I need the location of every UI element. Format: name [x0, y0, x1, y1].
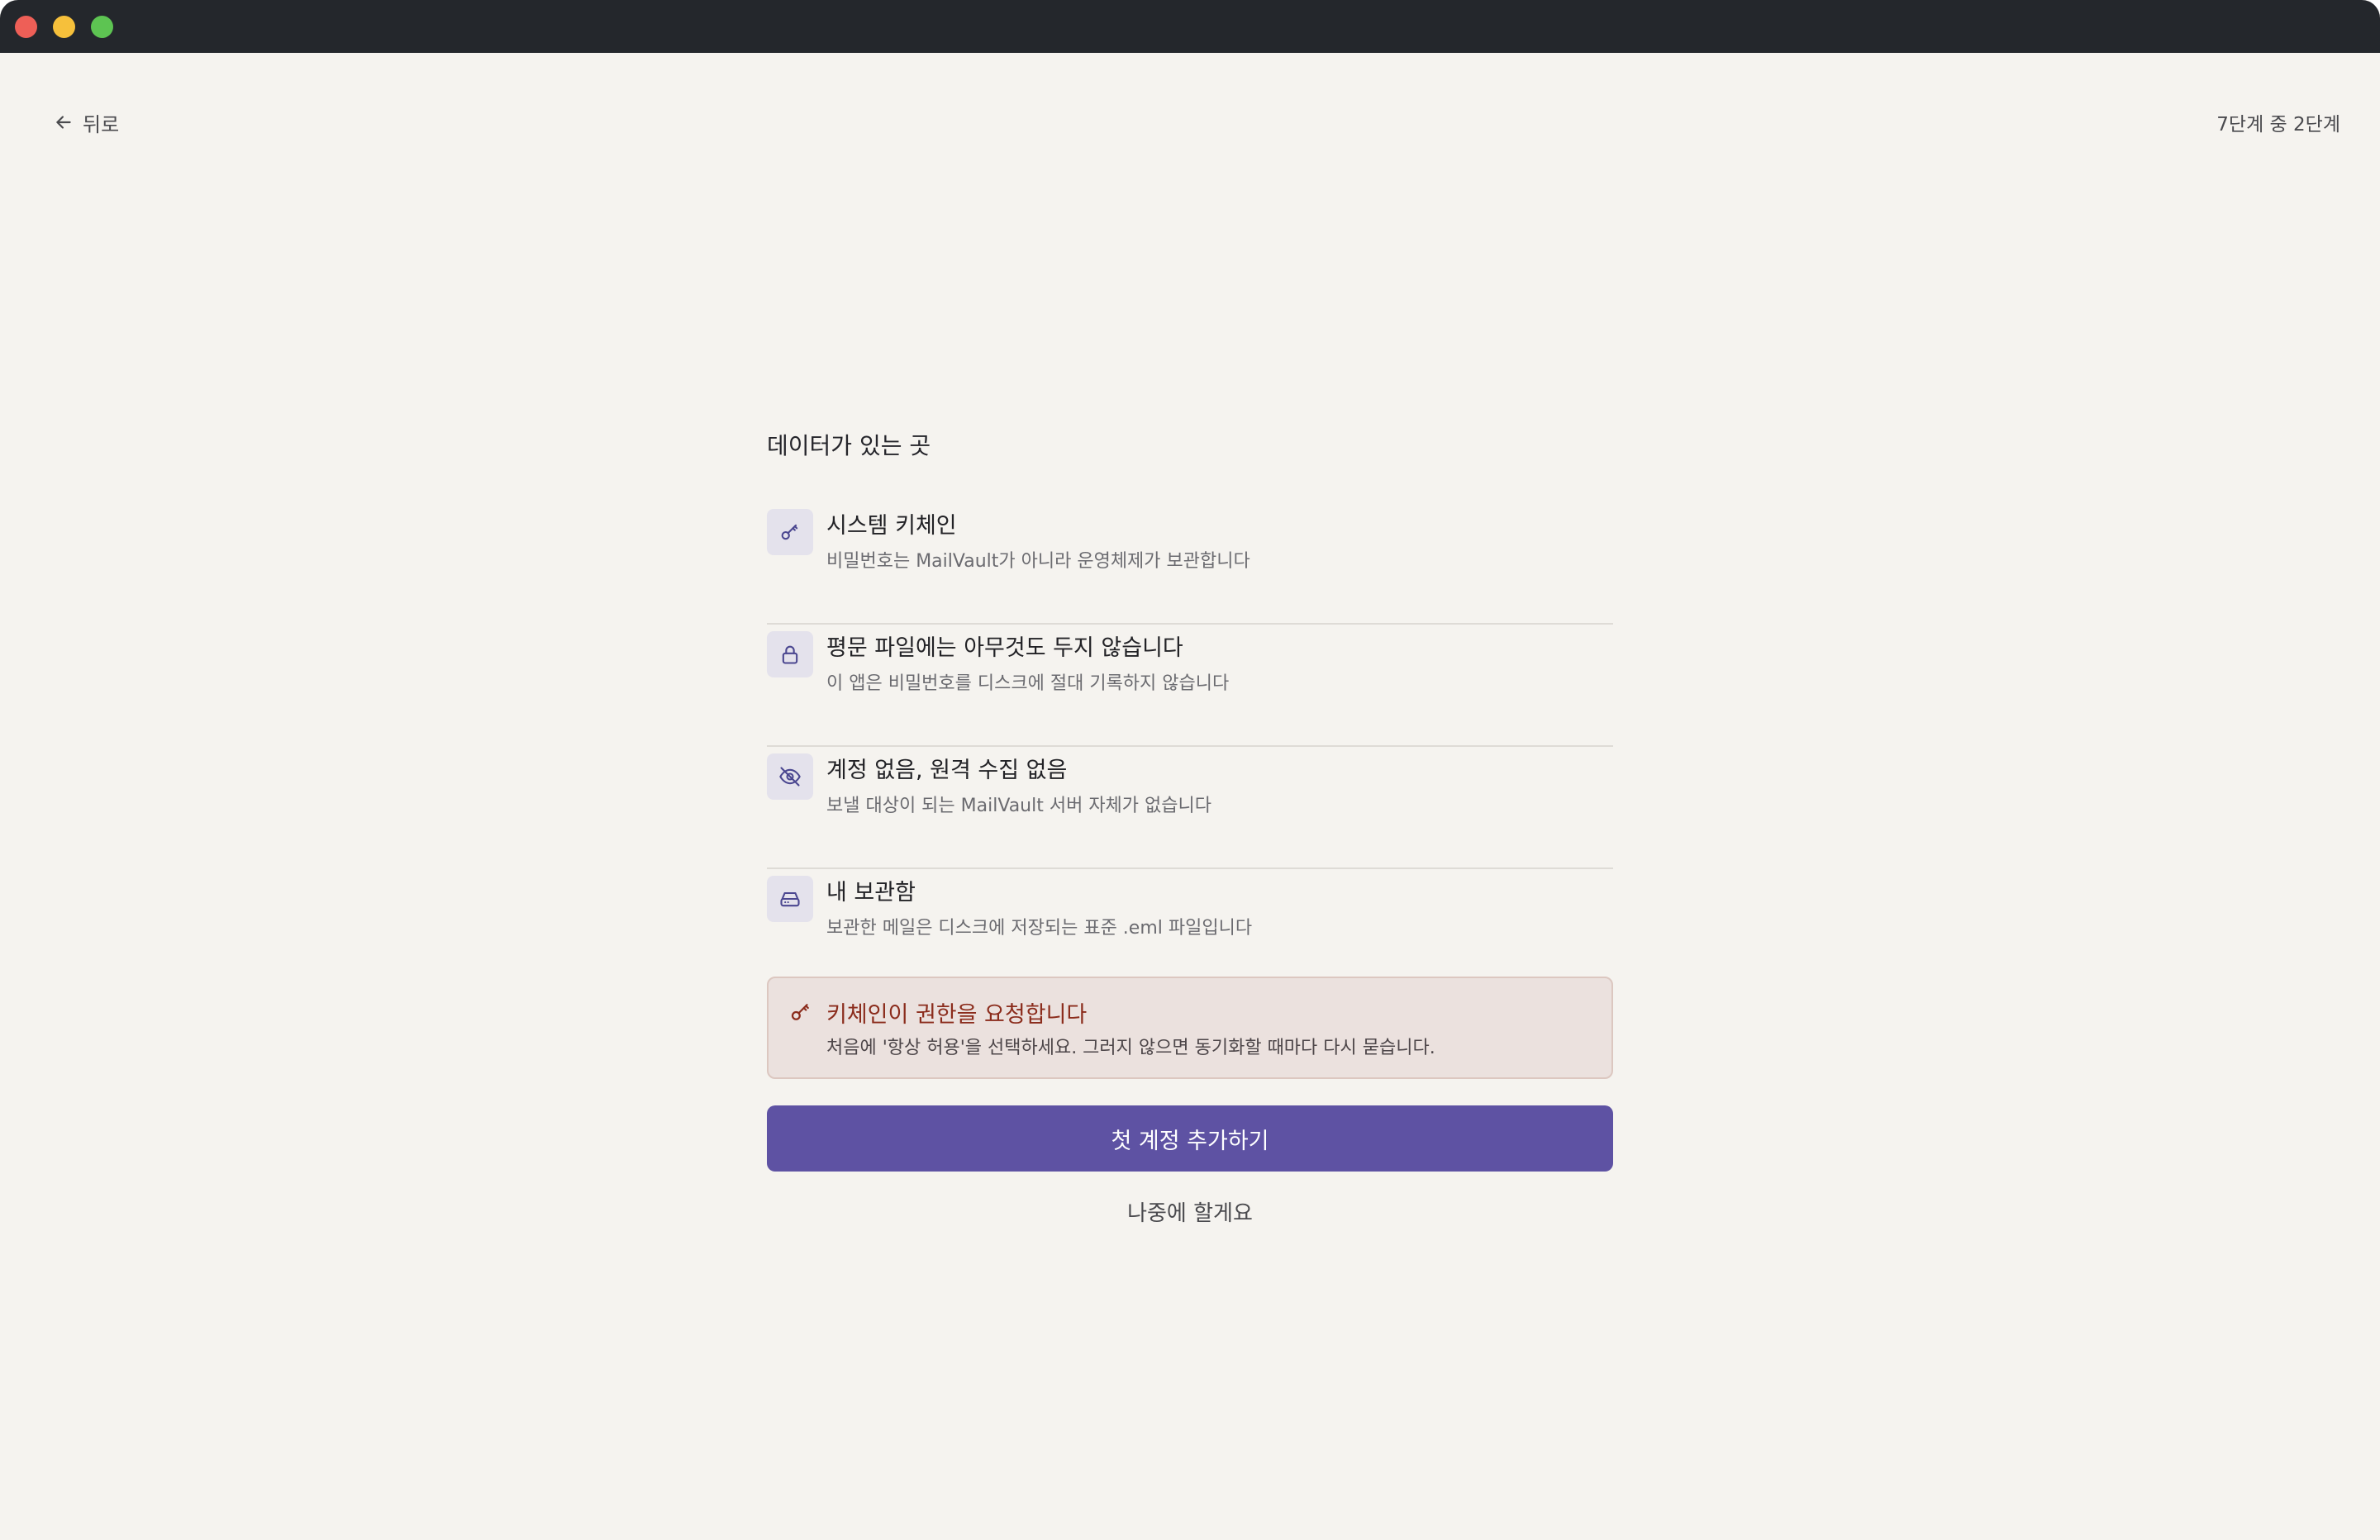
title-bar	[0, 0, 2380, 53]
hard-drive-icon	[767, 876, 813, 922]
item-title: 시스템 키체인	[826, 513, 957, 539]
item-description: 비밀번호는 MailVault가 아니라 운영체제가 보관합니다	[826, 551, 1250, 572]
item-title: 내 보관함	[826, 880, 916, 905]
back-button[interactable]: 뒤로	[53, 107, 119, 137]
list-item-your-archive: 내 보관함 보관한 메일은 디스크에 저장되는 표준 .eml 파일입니다	[767, 867, 1613, 991]
key-icon	[791, 1004, 809, 1020]
back-label: 뒤로	[83, 112, 120, 136]
item-description: 이 앱은 비밀번호를 디스크에 절대 기록하지 않습니다	[826, 673, 1230, 694]
section-title: 데이터가 있는 곳	[767, 432, 931, 459]
app-window: 뒤로 7단계 중 2단계 데이터가 있는 곳 시스템 키체인 비밀번호는 Mai…	[0, 0, 2380, 1540]
close-window-button[interactable]	[15, 16, 37, 38]
item-description: 보관한 메일은 디스크에 저장되는 표준 .eml 파일입니다	[826, 918, 1253, 939]
lock-icon	[767, 631, 813, 677]
keychain-permission-notice: 키체인이 권한을 요청합니다 처음에 '항상 허용'을 선택하세요. 그러지 않…	[767, 977, 1613, 1079]
notice-description: 처음에 '항상 허용'을 선택하세요. 그러지 않으면 동기화할 때마다 다시 …	[826, 1038, 1435, 1058]
arrow-left-icon	[56, 116, 71, 129]
key-icon	[767, 509, 813, 555]
skip-for-now-link[interactable]: 나중에 할게요	[767, 1196, 1613, 1227]
add-first-account-button[interactable]: 첫 계정 추가하기	[767, 1105, 1613, 1172]
notice-title: 키체인이 권한을 요청합니다	[826, 1002, 1088, 1028]
item-title: 평문 파일에는 아무것도 두지 않습니다	[826, 635, 1183, 661]
list-item-no-plaintext: 평문 파일에는 아무것도 두지 않습니다 이 앱은 비밀번호를 디스크에 절대 …	[767, 623, 1613, 747]
zoom-window-button[interactable]	[91, 16, 113, 38]
step-indicator: 7단계 중 2단계	[2216, 114, 2340, 135]
item-description: 보낼 대상이 되는 MailVault 서버 자체가 없습니다	[826, 796, 1211, 816]
item-title: 계정 없음, 원격 수집 없음	[826, 758, 1068, 783]
minimize-window-button[interactable]	[53, 16, 75, 38]
list-item-no-telemetry: 계정 없음, 원격 수집 없음 보낼 대상이 되는 MailVault 서버 자…	[767, 745, 1613, 869]
list-item-keychain: 시스템 키체인 비밀번호는 MailVault가 아니라 운영체제가 보관합니다	[767, 501, 1613, 625]
eye-off-icon	[767, 753, 813, 800]
